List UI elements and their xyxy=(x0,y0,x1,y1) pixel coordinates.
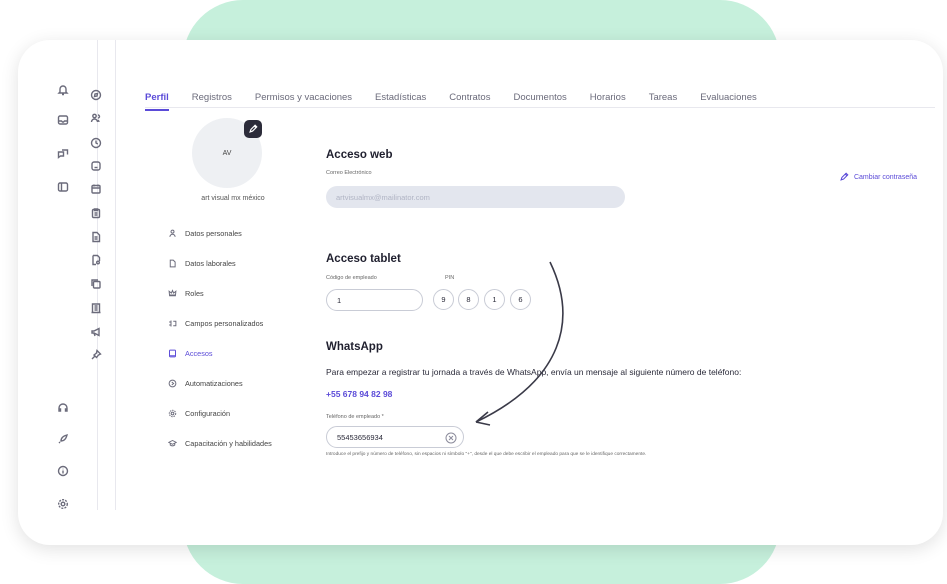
email-label: Correo Electrónico xyxy=(326,170,372,176)
pencil-icon xyxy=(249,124,258,133)
graduation-cap-icon xyxy=(168,439,177,447)
inbox-icon[interactable] xyxy=(55,112,71,128)
tab-tareas[interactable]: Tareas xyxy=(649,92,678,111)
compass-icon[interactable] xyxy=(88,87,104,103)
pin-digit-1[interactable]: 9 xyxy=(433,289,454,310)
building-icon[interactable] xyxy=(88,300,104,316)
pin-digit-4[interactable]: 6 xyxy=(510,289,531,310)
custom-fields-icon xyxy=(169,320,177,327)
calendar-icon[interactable] xyxy=(88,181,104,197)
tablet-access-title: Acceso tablet xyxy=(326,253,401,265)
profile-tabs: Perfil Registros Permisos y vacaciones E… xyxy=(145,92,780,111)
info-icon[interactable] xyxy=(55,463,71,479)
employee-phone-field[interactable]: 55453656934 xyxy=(326,426,464,448)
clock-icon[interactable] xyxy=(88,135,104,151)
access-icon xyxy=(169,349,176,358)
clipboard-icon[interactable] xyxy=(88,205,104,221)
users-icon[interactable] xyxy=(88,110,104,126)
megaphone-icon[interactable] xyxy=(88,324,104,340)
pencil-icon xyxy=(840,172,849,181)
email-field[interactable]: artvisualmx@mailinator.com xyxy=(326,186,625,208)
clear-input-icon[interactable] xyxy=(445,431,457,444)
web-access-title: Acceso web xyxy=(326,149,393,161)
menu-item-accesos[interactable]: Accesos xyxy=(168,349,213,358)
pin-label: PIN xyxy=(445,275,455,281)
avatar-initials: AV xyxy=(222,149,232,157)
tabs-divider xyxy=(145,107,935,108)
chat-icon[interactable] xyxy=(55,146,71,162)
primary-sidebar xyxy=(18,40,98,510)
face-icon[interactable] xyxy=(88,158,104,174)
person-icon xyxy=(169,229,176,237)
menu-item-campos-personalizados[interactable]: Campos personalizados xyxy=(168,319,263,328)
whatsapp-number: +55 678 94 82 98 xyxy=(326,389,393,399)
app-window: Perfil Registros Permisos y vacaciones E… xyxy=(18,40,943,545)
bell-icon[interactable] xyxy=(55,82,71,98)
tab-registros[interactable]: Registros xyxy=(192,92,232,111)
copy-icon[interactable] xyxy=(88,276,104,292)
profile-name: art visual mx méxico xyxy=(201,195,265,202)
tab-horarios[interactable]: Horarios xyxy=(590,92,626,111)
tab-documentos[interactable]: Documentos xyxy=(513,92,566,111)
change-password-link[interactable]: Cambiar contraseña xyxy=(839,172,917,182)
tab-contratos[interactable]: Contratos xyxy=(449,92,490,111)
document-icon xyxy=(169,259,176,268)
pin-digit-2[interactable]: 8 xyxy=(458,289,479,310)
panel-icon[interactable] xyxy=(55,179,71,195)
tab-perfil[interactable]: Perfil xyxy=(145,92,169,111)
rocket-icon[interactable] xyxy=(55,431,71,447)
whatsapp-instructions: Para empezar a registrar tu jornada a tr… xyxy=(326,367,742,377)
menu-item-automatizaciones[interactable]: Automatizaciones xyxy=(168,379,243,388)
tab-permisos-vacaciones[interactable]: Permisos y vacaciones xyxy=(255,92,352,111)
document-icon[interactable] xyxy=(88,229,104,245)
document-search-icon[interactable] xyxy=(88,252,104,268)
menu-item-datos-personales[interactable]: Datos personales xyxy=(168,229,242,238)
headset-icon[interactable] xyxy=(55,400,71,416)
employee-code-label: Código de empleado xyxy=(326,275,377,281)
employee-code-field[interactable]: 1 xyxy=(326,289,423,311)
employee-phone-label: Teléfono de empleado * xyxy=(326,414,384,420)
automation-icon xyxy=(168,379,177,388)
gear-icon xyxy=(168,409,177,418)
edit-avatar-button[interactable] xyxy=(244,120,262,138)
pin-icon[interactable] xyxy=(88,347,104,363)
menu-item-configuracion[interactable]: Configuración xyxy=(168,409,230,418)
menu-item-roles[interactable]: Roles xyxy=(168,289,204,298)
tab-evaluaciones[interactable]: Evaluaciones xyxy=(700,92,757,111)
phone-hint: Introduce el prefijo y número de teléfon… xyxy=(326,452,647,457)
whatsapp-title: WhatsApp xyxy=(326,341,383,353)
crown-icon xyxy=(168,289,177,297)
gear-icon[interactable] xyxy=(55,496,71,512)
annotation-arrow xyxy=(475,261,564,426)
pin-digit-3[interactable]: 1 xyxy=(484,289,505,310)
menu-item-datos-laborales[interactable]: Datos laborales xyxy=(168,259,236,268)
menu-item-capacitacion[interactable]: Capacitación y habilidades xyxy=(168,439,272,448)
tab-estadisticas[interactable]: Estadísticas xyxy=(375,92,426,111)
